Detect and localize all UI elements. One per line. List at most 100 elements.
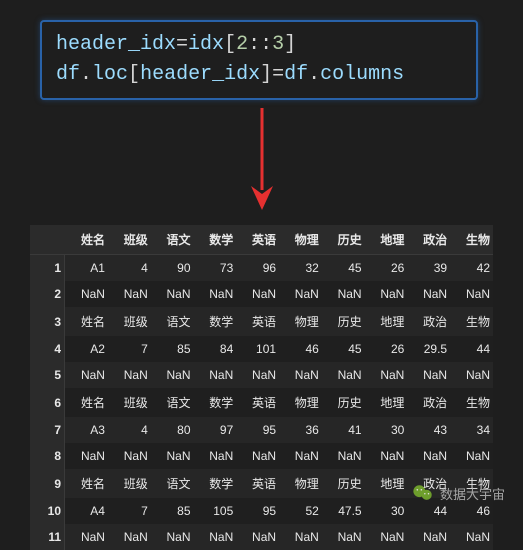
col-header: 地理 <box>365 225 408 255</box>
table-cell: 30 <box>365 417 408 443</box>
table-cell: NaN <box>322 362 365 388</box>
table-cell: 105 <box>194 498 237 524</box>
table-row: 1A149073963245263942 <box>30 255 493 282</box>
table-cell: 物理 <box>279 469 322 498</box>
col-header: 政治 <box>407 225 450 255</box>
table-cell: 52 <box>279 498 322 524</box>
table-cell: NaN <box>194 362 237 388</box>
table-cell: NaN <box>194 443 237 469</box>
table-cell: 语文 <box>151 388 194 417</box>
table-cell: 45 <box>322 336 365 362</box>
code-line-1: header_idx=idx[2::3] <box>56 30 462 60</box>
token: = <box>176 33 188 56</box>
table-cell: 85 <box>151 498 194 524</box>
code-line-2: df.loc[header_idx]=df.columns <box>56 60 462 90</box>
table-cell: 32 <box>279 255 322 282</box>
token: df <box>56 63 80 86</box>
token: header_idx <box>140 63 260 86</box>
table-cell: 历史 <box>322 307 365 336</box>
table-cell: 26 <box>365 336 408 362</box>
table-cell: 姓名 <box>65 307 108 336</box>
table-cell: NaN <box>194 524 237 550</box>
token: 2 <box>236 33 248 56</box>
table-row: 3姓名班级语文数学英语物理历史地理政治生物 <box>30 307 493 336</box>
table-cell: 90 <box>151 255 194 282</box>
table-cell: A2 <box>65 336 108 362</box>
table-cell: 26 <box>365 255 408 282</box>
table-cell: 4 <box>108 255 151 282</box>
table-cell: 语文 <box>151 307 194 336</box>
arrow-down-icon <box>15 108 508 213</box>
table-cell: 29.5 <box>407 336 450 362</box>
row-index: 1 <box>30 255 65 282</box>
row-index: 2 <box>30 281 65 307</box>
table-cell: A4 <box>65 498 108 524</box>
table-row: 2NaNNaNNaNNaNNaNNaNNaNNaNNaNNaN <box>30 281 493 307</box>
table-cell: 43 <box>407 417 450 443</box>
token: [ <box>224 33 236 56</box>
table-cell: NaN <box>407 362 450 388</box>
table-cell: 42 <box>450 255 493 282</box>
table-cell: NaN <box>450 281 493 307</box>
table-cell: NaN <box>108 281 151 307</box>
table-row: 7A348097953641304334 <box>30 417 493 443</box>
table-cell: NaN <box>151 362 194 388</box>
col-header: 历史 <box>322 225 365 255</box>
table-cell: NaN <box>365 524 408 550</box>
table-cell: NaN <box>450 524 493 550</box>
table-cell: 97 <box>194 417 237 443</box>
table-cell: 英语 <box>236 307 279 336</box>
table-cell: 96 <box>236 255 279 282</box>
table-cell: NaN <box>65 281 108 307</box>
table-cell: 39 <box>407 255 450 282</box>
table-cell: 生物 <box>450 307 493 336</box>
table-cell: 95 <box>236 498 279 524</box>
table-cell: A1 <box>65 255 108 282</box>
row-index: 6 <box>30 388 65 417</box>
row-index: 5 <box>30 362 65 388</box>
table-cell: NaN <box>194 281 237 307</box>
table-cell: 生物 <box>450 388 493 417</box>
token: ] <box>260 63 272 86</box>
table-cell: NaN <box>279 362 322 388</box>
table-header-row: 姓名 班级 语文 数学 英语 物理 历史 地理 政治 生物 <box>30 225 493 255</box>
row-index: 10 <box>30 498 65 524</box>
table-cell: 47.5 <box>322 498 365 524</box>
table-cell: 95 <box>236 417 279 443</box>
table-cell: NaN <box>151 524 194 550</box>
table-cell: 数学 <box>194 388 237 417</box>
table-cell: 英语 <box>236 469 279 498</box>
table-cell: 班级 <box>108 388 151 417</box>
table-cell: NaN <box>365 362 408 388</box>
table-cell: 4 <box>108 417 151 443</box>
token: [ <box>128 63 140 86</box>
token: :: <box>248 33 272 56</box>
table-cell: NaN <box>322 524 365 550</box>
token: header_idx <box>56 33 176 56</box>
table-cell: 物理 <box>279 388 322 417</box>
table-cell: NaN <box>407 524 450 550</box>
table-cell: 物理 <box>279 307 322 336</box>
table-cell: NaN <box>108 362 151 388</box>
table-cell: 数学 <box>194 307 237 336</box>
table-cell: 44 <box>450 336 493 362</box>
table-cell: 英语 <box>236 388 279 417</box>
table-cell: 历史 <box>322 469 365 498</box>
col-header: 姓名 <box>65 225 108 255</box>
table-cell: 地理 <box>365 469 408 498</box>
token: ] <box>284 33 296 56</box>
table-cell: NaN <box>236 443 279 469</box>
token: idx <box>188 33 224 56</box>
table-cell: 34 <box>450 417 493 443</box>
table-cell: 数学 <box>194 469 237 498</box>
table-corner <box>30 225 65 255</box>
table-cell: 84 <box>194 336 237 362</box>
table-cell: NaN <box>236 281 279 307</box>
wechat-icon <box>412 482 434 504</box>
table-cell: 7 <box>108 498 151 524</box>
table-row: 6姓名班级语文数学英语物理历史地理政治生物 <box>30 388 493 417</box>
token: . <box>80 63 92 86</box>
col-header: 英语 <box>236 225 279 255</box>
table-cell: NaN <box>279 443 322 469</box>
table-cell: A3 <box>65 417 108 443</box>
